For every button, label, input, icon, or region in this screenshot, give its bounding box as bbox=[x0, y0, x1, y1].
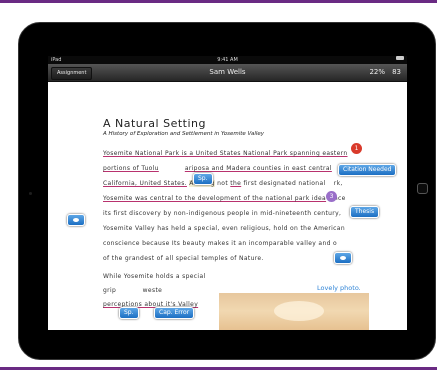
battery-icon bbox=[396, 56, 404, 60]
highlighted-text[interactable]: California, United States. bbox=[103, 180, 187, 187]
cap-error-tag[interactable]: Cap. Error bbox=[154, 307, 195, 319]
text-line-6: Yosemite Valley has held a special, even… bbox=[103, 225, 345, 232]
text-line-8: of the grandest of all special temples o… bbox=[103, 255, 264, 262]
text-line-5: its first discovery by non-indigenous pe… bbox=[103, 210, 342, 217]
comment-bubble-icon[interactable] bbox=[334, 252, 352, 264]
highlighted-text[interactable]: Yosemite was central to the development … bbox=[103, 195, 326, 202]
citation-needed-tag[interactable]: Citation Needed bbox=[338, 164, 397, 176]
highlighted-text[interactable]: Yosemite National Park is a United State… bbox=[103, 150, 348, 157]
text-line-1: Yosemite National Park is a United State… bbox=[103, 150, 348, 157]
percent-indicator: 22% bbox=[369, 68, 385, 76]
document-area: A Natural Setting A History of Explorati… bbox=[48, 81, 407, 330]
highlighted-text[interactable]: ariposa and Madera counties in east cent… bbox=[185, 165, 332, 172]
spelling-tag-2[interactable]: Sp. bbox=[119, 307, 139, 319]
text-line-10: grip weste bbox=[103, 287, 163, 294]
ipad-screen: iPad 9:41 AM Assignment Sam Wells 22% 83… bbox=[48, 56, 407, 330]
document-title: A Natural Setting bbox=[103, 117, 206, 130]
spelling-tag[interactable]: Sp. bbox=[193, 173, 213, 185]
text-line-3: California, United States. Althoug not t… bbox=[103, 180, 343, 187]
clock: 9:41 AM bbox=[217, 57, 238, 63]
text-line-2: portions of Tuolu ariposa and Madera coun… bbox=[103, 165, 332, 172]
page-number: 83 bbox=[392, 68, 401, 76]
comment-count-badge[interactable]: 3 bbox=[326, 191, 337, 202]
status-bar: iPad 9:41 AM bbox=[48, 56, 407, 64]
text-line-7: conscience because Its beauty makes it a… bbox=[103, 240, 338, 247]
thesis-tag[interactable]: Thesis bbox=[350, 206, 380, 218]
text-line-4: Yosemite was central to the development … bbox=[103, 195, 346, 202]
document-subtitle: A History of Exploration and Settlement … bbox=[103, 131, 265, 137]
landscape-photo bbox=[219, 293, 369, 330]
highlighted-text[interactable]: portions of Tuolu bbox=[103, 165, 159, 172]
camera-dot bbox=[29, 192, 32, 195]
text-line-9: While Yosemite holds a special bbox=[103, 273, 206, 280]
comment-count-badge[interactable]: 1 bbox=[351, 143, 362, 154]
top-border bbox=[0, 0, 437, 3]
student-name: Sam Wells bbox=[209, 68, 246, 76]
home-button[interactable] bbox=[417, 183, 428, 194]
comment-bubble-icon[interactable] bbox=[67, 214, 85, 226]
photo-comment: Lovely photo. bbox=[317, 284, 361, 292]
navigation-bar: Assignment Sam Wells 22% 83 bbox=[48, 64, 407, 82]
